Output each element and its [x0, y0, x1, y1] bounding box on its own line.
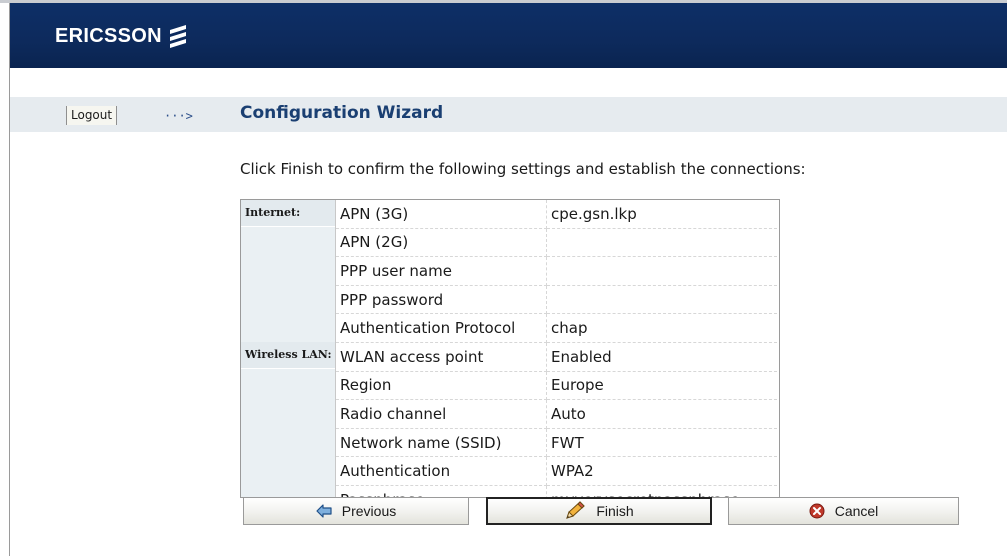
setting-value: [546, 285, 777, 315]
setting-label: APN (3G): [335, 200, 547, 229]
setting-label: Authentication: [335, 456, 547, 486]
cancel-button[interactable]: Cancel: [728, 497, 959, 525]
setting-value: [546, 256, 777, 286]
previous-label: Previous: [341, 503, 397, 519]
window-left-border: [9, 3, 10, 556]
setting-label: Region: [335, 371, 547, 401]
arrow-left-icon: [316, 504, 332, 518]
setting-label: PPP password: [335, 285, 547, 315]
setting-value: Europe: [546, 371, 777, 401]
setting-value: WPA2: [546, 456, 777, 486]
cancel-icon: [809, 503, 825, 519]
settings-summary-panel: Internet: APN (3G) cpe.gsn.lkp APN (2G) …: [240, 199, 780, 498]
wizard-button-bar: Previous Finish Cancel: [243, 497, 959, 527]
previous-button[interactable]: Previous: [243, 497, 469, 525]
setting-value: chap: [546, 313, 777, 343]
setting-label: Radio channel: [335, 399, 547, 429]
finish-label: Finish: [596, 503, 634, 519]
setting-label: Network name (SSID): [335, 428, 547, 458]
table-row: Wireless LAN: WLAN access point Enabled: [241, 342, 777, 497]
setting-value: Enabled: [546, 342, 777, 372]
cancel-label: Cancel: [834, 503, 879, 519]
pencil-icon: [564, 501, 586, 521]
setting-label: PPP user name: [335, 256, 547, 286]
navigation-band: [10, 97, 1007, 132]
section-wireless-lan: Wireless LAN:: [241, 342, 336, 497]
settings-table: Internet: APN (3G) cpe.gsn.lkp APN (2G) …: [241, 200, 777, 497]
section-label: Wireless LAN:: [241, 342, 335, 370]
page-title: Configuration Wizard: [240, 103, 444, 123]
ericsson-logo-icon: [169, 25, 186, 48]
section-internet: Internet:: [241, 200, 336, 343]
instruction-text: Click Finish to confirm the following se…: [240, 160, 806, 178]
setting-label: APN (2G): [335, 228, 547, 258]
setting-label: Authentication Protocol: [335, 313, 547, 343]
section-label: Internet:: [241, 200, 335, 227]
ericsson-logo: ERICSSON: [55, 21, 188, 51]
setting-value: cpe.gsn.lkp: [546, 200, 777, 229]
breadcrumb-arrow: ···>: [164, 109, 193, 123]
setting-label: WLAN access point: [335, 342, 547, 372]
setting-value: FWT: [546, 428, 777, 458]
logout-button[interactable]: Logout: [66, 106, 118, 125]
setting-value: Auto: [546, 399, 777, 429]
brand-name: ERICSSON: [55, 24, 162, 47]
finish-button[interactable]: Finish: [486, 497, 712, 525]
table-row: Internet: APN (3G) cpe.gsn.lkp: [241, 200, 777, 343]
setting-value: [546, 228, 777, 258]
